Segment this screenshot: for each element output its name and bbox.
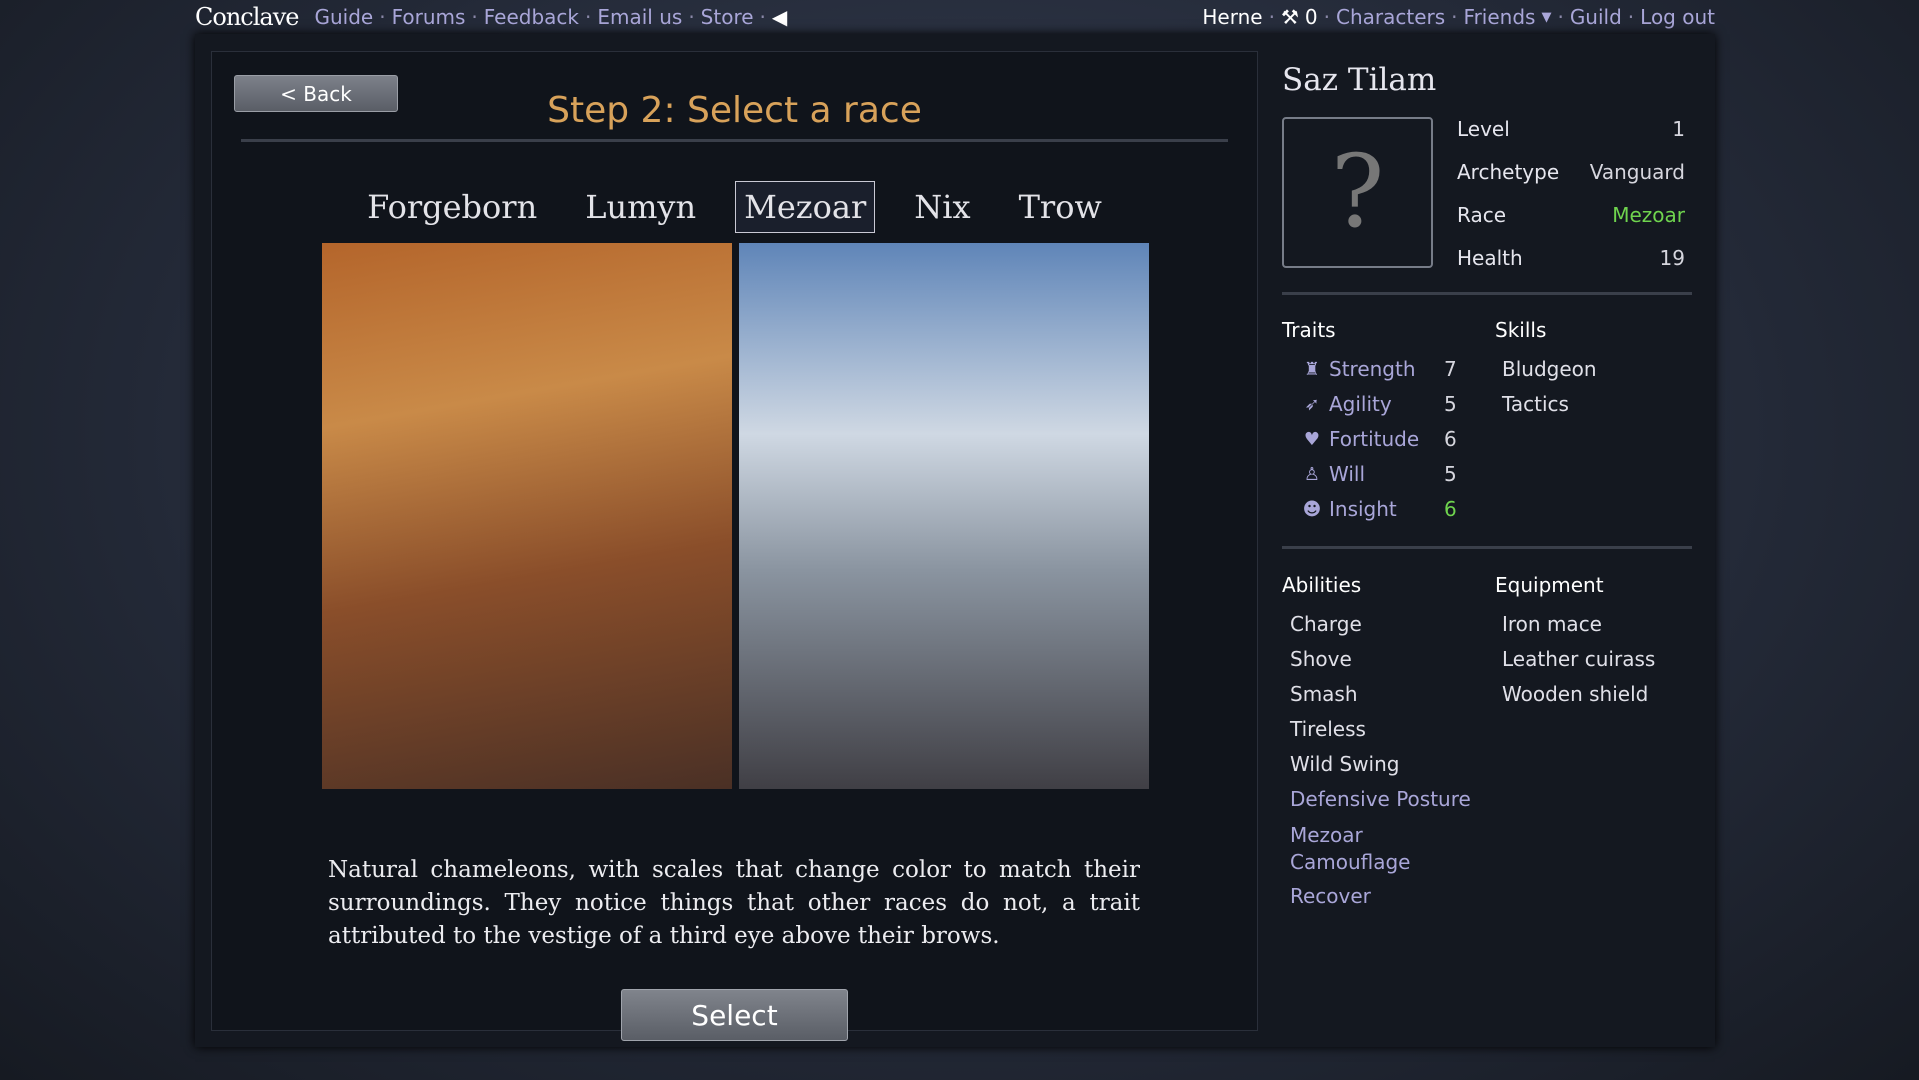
abilities-heading: Abilities <box>1282 573 1362 597</box>
ability-item[interactable]: Wild Swing <box>1290 752 1399 776</box>
stat-race: Race Mezoar <box>1457 203 1685 227</box>
agility-icon: ➶ <box>1304 393 1320 415</box>
trait-insight[interactable]: ☻ Insight <box>1301 497 1397 521</box>
username[interactable]: Herne <box>1202 5 1262 29</box>
nav-characters[interactable]: Characters <box>1336 5 1445 29</box>
skill-item[interactable]: Tactics <box>1502 392 1569 416</box>
skills-heading: Skills <box>1495 318 1547 342</box>
ability-item[interactable]: Recover <box>1290 884 1371 908</box>
top-nav: Conclave Guide · Forums · Feedback · Email … <box>195 3 1715 31</box>
traits-heading: Traits <box>1282 318 1336 342</box>
select-button[interactable]: Select <box>621 989 848 1041</box>
trait-strength[interactable]: ♜ Strength <box>1301 357 1416 381</box>
tab-forgeborn[interactable]: Forgeborn <box>358 181 546 233</box>
equipment-item[interactable]: Wooden shield <box>1502 682 1648 706</box>
ability-item[interactable]: Charge <box>1290 612 1362 636</box>
race-selection-panel: < Back Step 2: Select a race Forgeborn L… <box>211 51 1258 1041</box>
equipment-item[interactable]: Iron mace <box>1502 612 1602 636</box>
equipment-heading: Equipment <box>1495 573 1604 597</box>
nav-forums[interactable]: Forums <box>392 5 466 29</box>
nav-email[interactable]: Email us <box>597 5 682 29</box>
race-artwork-1 <box>322 243 732 789</box>
nav-guild[interactable]: Guild <box>1570 5 1622 29</box>
character-sheet: Saz Tilam ? Level 1 Archetype Vanguard Rac… <box>1282 34 1702 1047</box>
nav-store[interactable]: Store <box>701 5 754 29</box>
insight-icon: ☻ <box>1302 498 1322 520</box>
race-description: Natural chameleons, with scales that cha… <box>328 857 1140 949</box>
stat-level: Level 1 <box>1457 117 1685 141</box>
nav-feedback[interactable]: Feedback <box>484 5 579 29</box>
will-icon: ♙ <box>1303 463 1321 485</box>
race-tabs: Forgeborn Lumyn Mezoar Nix Trow <box>212 181 1257 233</box>
skill-item[interactable]: Bludgeon <box>1502 357 1597 381</box>
token-count: 0 <box>1304 5 1318 29</box>
race-artwork-2 <box>739 243 1149 789</box>
nav-guide[interactable]: Guide <box>314 5 373 29</box>
tab-trow[interactable]: Trow <box>1010 181 1111 233</box>
trait-fortitude[interactable]: ♥ Fortitude <box>1301 427 1419 451</box>
ability-item[interactable]: Shove <box>1290 647 1352 671</box>
divider <box>1282 546 1692 549</box>
page-title: Step 2: Select a race <box>547 90 922 131</box>
tab-nix[interactable]: Nix <box>905 181 979 233</box>
trait-value: 6 <box>1444 497 1457 521</box>
portrait-placeholder[interactable]: ? <box>1282 117 1433 268</box>
trait-will[interactable]: ♙ Will <box>1301 462 1365 486</box>
trait-value: 6 <box>1444 427 1457 451</box>
equipment-item[interactable]: Leather cuirass <box>1502 647 1655 671</box>
tokens-icon: ⚒ <box>1280 5 1299 29</box>
tab-lumyn[interactable]: Lumyn <box>576 181 705 233</box>
main-panel: < Back Step 2: Select a race Forgeborn L… <box>195 34 1715 1047</box>
divider <box>241 139 1228 142</box>
trait-agility[interactable]: ➶ Agility <box>1301 392 1391 416</box>
fortitude-icon: ♥ <box>1303 428 1321 450</box>
trait-value: 5 <box>1444 392 1457 416</box>
ability-item[interactable]: Smash <box>1290 682 1358 706</box>
stat-health: Health 19 <box>1457 246 1685 270</box>
trait-value: 5 <box>1444 462 1457 486</box>
divider <box>1282 292 1692 295</box>
chevron-down-icon[interactable]: ▼ <box>1541 10 1551 25</box>
conclave-logo[interactable]: Conclave <box>195 3 299 31</box>
nav-logout[interactable]: Log out <box>1640 5 1715 29</box>
nav-friends[interactable]: Friends <box>1464 5 1536 29</box>
ability-item[interactable]: Defensive Posture <box>1290 787 1471 811</box>
trait-value: 7 <box>1444 357 1457 381</box>
stat-archetype: Archetype Vanguard <box>1457 160 1685 184</box>
ability-item[interactable]: Mezoar Camouflage <box>1290 822 1440 876</box>
speaker-icon[interactable]: ◀ <box>772 5 787 29</box>
ability-item[interactable]: Tireless <box>1290 717 1366 741</box>
strength-icon: ♜ <box>1303 358 1321 380</box>
tab-mezoar[interactable]: Mezoar <box>735 181 876 233</box>
character-name: Saz Tilam <box>1282 62 1437 98</box>
